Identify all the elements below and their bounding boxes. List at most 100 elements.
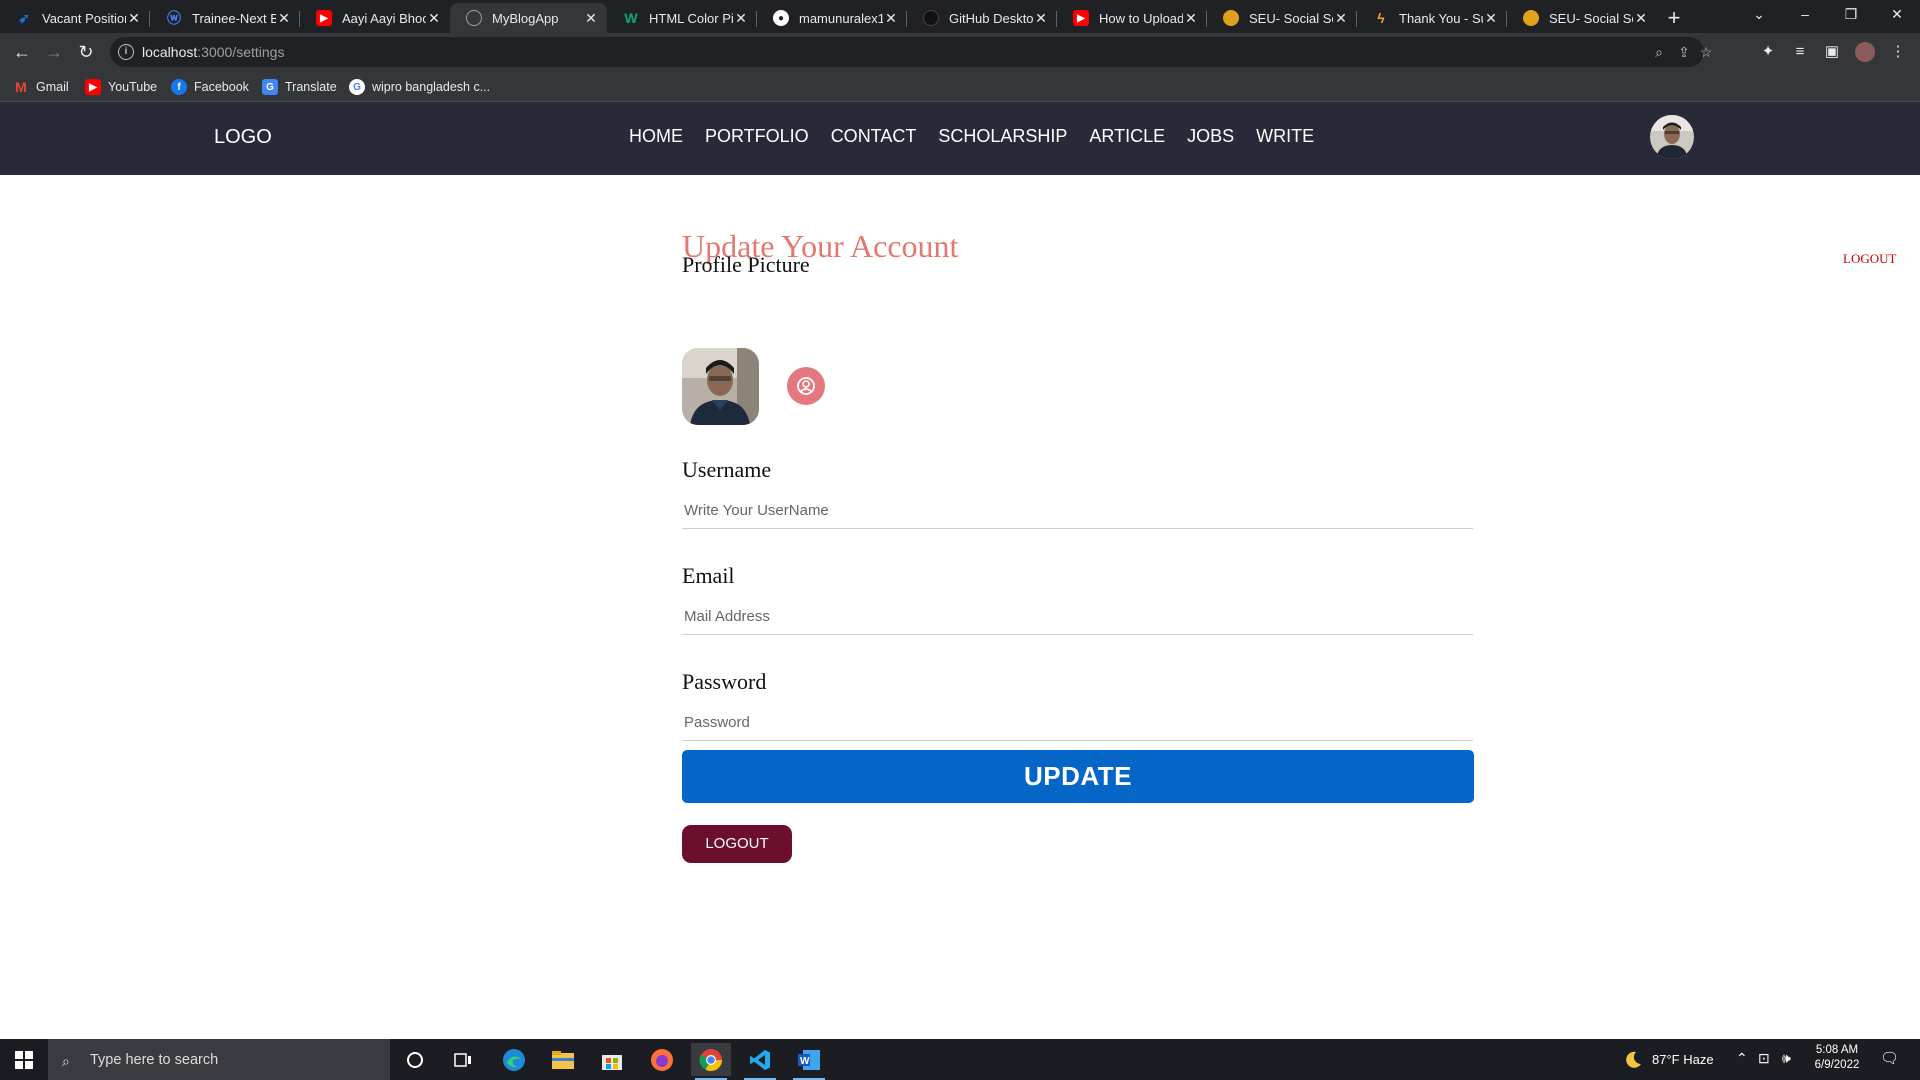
nav-jobs[interactable]: JOBS xyxy=(1187,126,1234,147)
edge-icon[interactable] xyxy=(494,1043,534,1076)
youtube-icon: ▶ xyxy=(316,10,332,26)
vscode-icon[interactable] xyxy=(740,1043,780,1080)
browser-tab[interactable]: ⓦ Trainee-Next Bu ✕ xyxy=(150,3,300,33)
close-icon[interactable]: ✕ xyxy=(426,10,442,27)
browser-menu-icon[interactable]: ⋮ xyxy=(1888,42,1908,62)
close-icon[interactable]: ✕ xyxy=(733,10,749,27)
zoom-icon[interactable]: ⌕ xyxy=(1650,43,1668,61)
browser-tab-active[interactable]: MyBlogApp ✕ xyxy=(450,3,607,33)
reload-icon[interactable]: ↻ xyxy=(72,38,100,66)
file-explorer-icon[interactable] xyxy=(543,1043,583,1076)
windows-logo-icon xyxy=(15,1050,33,1069)
bookmark-star-icon[interactable]: ☆ xyxy=(1697,43,1715,61)
close-icon[interactable]: ✕ xyxy=(126,10,142,27)
bookmark-youtube[interactable]: ▶ YouTube xyxy=(85,77,157,97)
close-icon[interactable]: ✕ xyxy=(1333,10,1349,27)
browser-tab[interactable]: ➶ Vacant Positions ✕ xyxy=(0,3,150,33)
close-icon[interactable]: ✕ xyxy=(1633,10,1649,27)
forward-icon[interactable]: → xyxy=(40,38,68,66)
task-view-icon[interactable] xyxy=(443,1043,483,1076)
windows-start-button[interactable] xyxy=(0,1039,48,1080)
url-text[interactable]: localhost:3000/settings xyxy=(142,44,284,60)
github-icon: ● xyxy=(773,10,789,26)
browser-tab[interactable]: GitHub Desktop ✕ xyxy=(907,3,1057,33)
taskbar-search[interactable]: ⌕ Type here to search xyxy=(48,1039,390,1080)
tab-title: Trainee-Next Bu xyxy=(192,10,276,26)
back-icon[interactable]: ← xyxy=(8,38,36,66)
media-control-icon[interactable]: ≡ xyxy=(1790,42,1810,62)
seu-icon xyxy=(1223,10,1239,26)
nav-scholarship[interactable]: SCHOLARSHIP xyxy=(938,126,1067,147)
close-icon[interactable]: ✕ xyxy=(276,10,292,27)
chrome-icon[interactable] xyxy=(691,1043,731,1080)
logout-link[interactable]: LOGOUT xyxy=(1843,251,1896,267)
browser-tab[interactable]: ϟ Thank You - Sub ✕ xyxy=(1357,3,1507,33)
nav-home[interactable]: HOME xyxy=(629,126,683,147)
bookmark-wipro[interactable]: G wipro bangladesh c... xyxy=(349,77,490,97)
close-icon[interactable]: ✕ xyxy=(1483,10,1499,27)
browser-tab[interactable]: SEU- Social Serv ✕ xyxy=(1207,3,1357,33)
bookmark-label: wipro bangladesh c... xyxy=(372,80,491,94)
nav-portfolio[interactable]: PORTFOLIO xyxy=(705,126,809,147)
nav-contact[interactable]: CONTACT xyxy=(831,126,917,147)
browser-tab[interactable]: W HTML Color Pick ✕ xyxy=(607,3,757,33)
word-icon[interactable]: W xyxy=(789,1043,829,1080)
site-logo[interactable]: LOGO xyxy=(214,126,272,149)
share-icon[interactable]: ⇪ xyxy=(1675,43,1693,61)
network-icon[interactable]: ⊡ xyxy=(1758,1050,1770,1067)
bookmark-label: YouTube xyxy=(108,80,158,94)
minimize-icon[interactable]: – xyxy=(1782,0,1828,30)
close-icon[interactable]: ✕ xyxy=(1183,10,1199,27)
nav-article[interactable]: ARTICLE xyxy=(1089,126,1165,147)
tab-title: Thank You - Sub xyxy=(1399,10,1483,26)
browser-toolbar: ← → ↻ i localhost:3000/settings ⌕ ⇪ ☆ ✦ … xyxy=(0,33,1920,71)
password-input[interactable] xyxy=(682,705,1473,741)
store-icon[interactable] xyxy=(592,1043,632,1076)
close-icon[interactable]: ✕ xyxy=(883,10,899,27)
w3-icon: W xyxy=(624,10,638,26)
browser-tab[interactable]: ● mamunuralex16 ✕ xyxy=(757,3,907,33)
new-tab-button[interactable]: + xyxy=(1660,4,1688,32)
notifications-icon[interactable]: 🗨 xyxy=(1880,1049,1899,1067)
weather-moon-icon[interactable] xyxy=(1613,1043,1653,1076)
profile-picture-label: Profile Picture xyxy=(682,252,810,277)
firefox-icon[interactable] xyxy=(642,1043,682,1076)
tab-title: MyBlogApp xyxy=(492,10,559,26)
bookmark-facebook[interactable]: f Facebook xyxy=(171,77,249,97)
nav-write[interactable]: WRITE xyxy=(1256,126,1314,147)
email-input[interactable] xyxy=(682,599,1473,635)
clock-time: 5:08 AM xyxy=(1815,1044,1859,1056)
volume-icon[interactable]: 🕪 xyxy=(1782,1050,1791,1067)
bookmark-label: Facebook xyxy=(194,80,249,94)
close-window-icon[interactable]: ✕ xyxy=(1874,0,1920,30)
side-panel-icon[interactable]: ▣ xyxy=(1822,42,1842,62)
browser-tab[interactable]: ▶ Aayi Aayi Bhoot ✕ xyxy=(300,3,450,33)
tab-search-icon[interactable]: ⌄ xyxy=(1736,0,1782,30)
bookmark-gmail[interactable]: M Gmail xyxy=(13,77,69,97)
username-input[interactable] xyxy=(682,493,1473,529)
logout-button[interactable]: LOGOUT xyxy=(682,825,792,863)
clock[interactable]: 5:08 AM 6/9/2022 xyxy=(1812,1044,1862,1071)
browser-tab[interactable]: ▶ How to Upload ✕ xyxy=(1057,3,1207,33)
cortana-icon[interactable] xyxy=(395,1043,435,1076)
user-avatar[interactable] xyxy=(1650,115,1694,159)
browser-tab[interactable]: SEU- Social Serv ✕ xyxy=(1507,3,1657,33)
translate-icon: G xyxy=(262,79,278,95)
tray-chevron-icon[interactable]: ⌃ xyxy=(1736,1050,1748,1067)
bookmark-translate[interactable]: G Translate xyxy=(262,77,337,97)
restore-icon[interactable]: ❐ xyxy=(1828,0,1874,30)
password-label: Password xyxy=(682,669,767,694)
address-bar[interactable]: i localhost:3000/settings ⌕ ⇪ ☆ xyxy=(110,37,1712,67)
update-button[interactable]: UPDATE xyxy=(682,750,1474,803)
svg-text:W: W xyxy=(800,1056,810,1067)
username-label: Username xyxy=(682,457,772,482)
extensions-icon[interactable]: ✦ xyxy=(1758,42,1778,62)
browser-tab-strip: ➶ Vacant Positions ✕ ⓦ Trainee-Next Bu ✕… xyxy=(0,0,1920,33)
weather-text[interactable]: 87°F Haze xyxy=(1652,1052,1714,1067)
globe-icon xyxy=(466,10,482,26)
upload-picture-button[interactable] xyxy=(787,367,825,405)
profile-avatar-icon[interactable] xyxy=(1855,42,1875,62)
site-info-icon[interactable]: i xyxy=(118,44,134,60)
close-icon[interactable]: ✕ xyxy=(1033,10,1049,27)
close-icon[interactable]: ✕ xyxy=(583,10,599,27)
